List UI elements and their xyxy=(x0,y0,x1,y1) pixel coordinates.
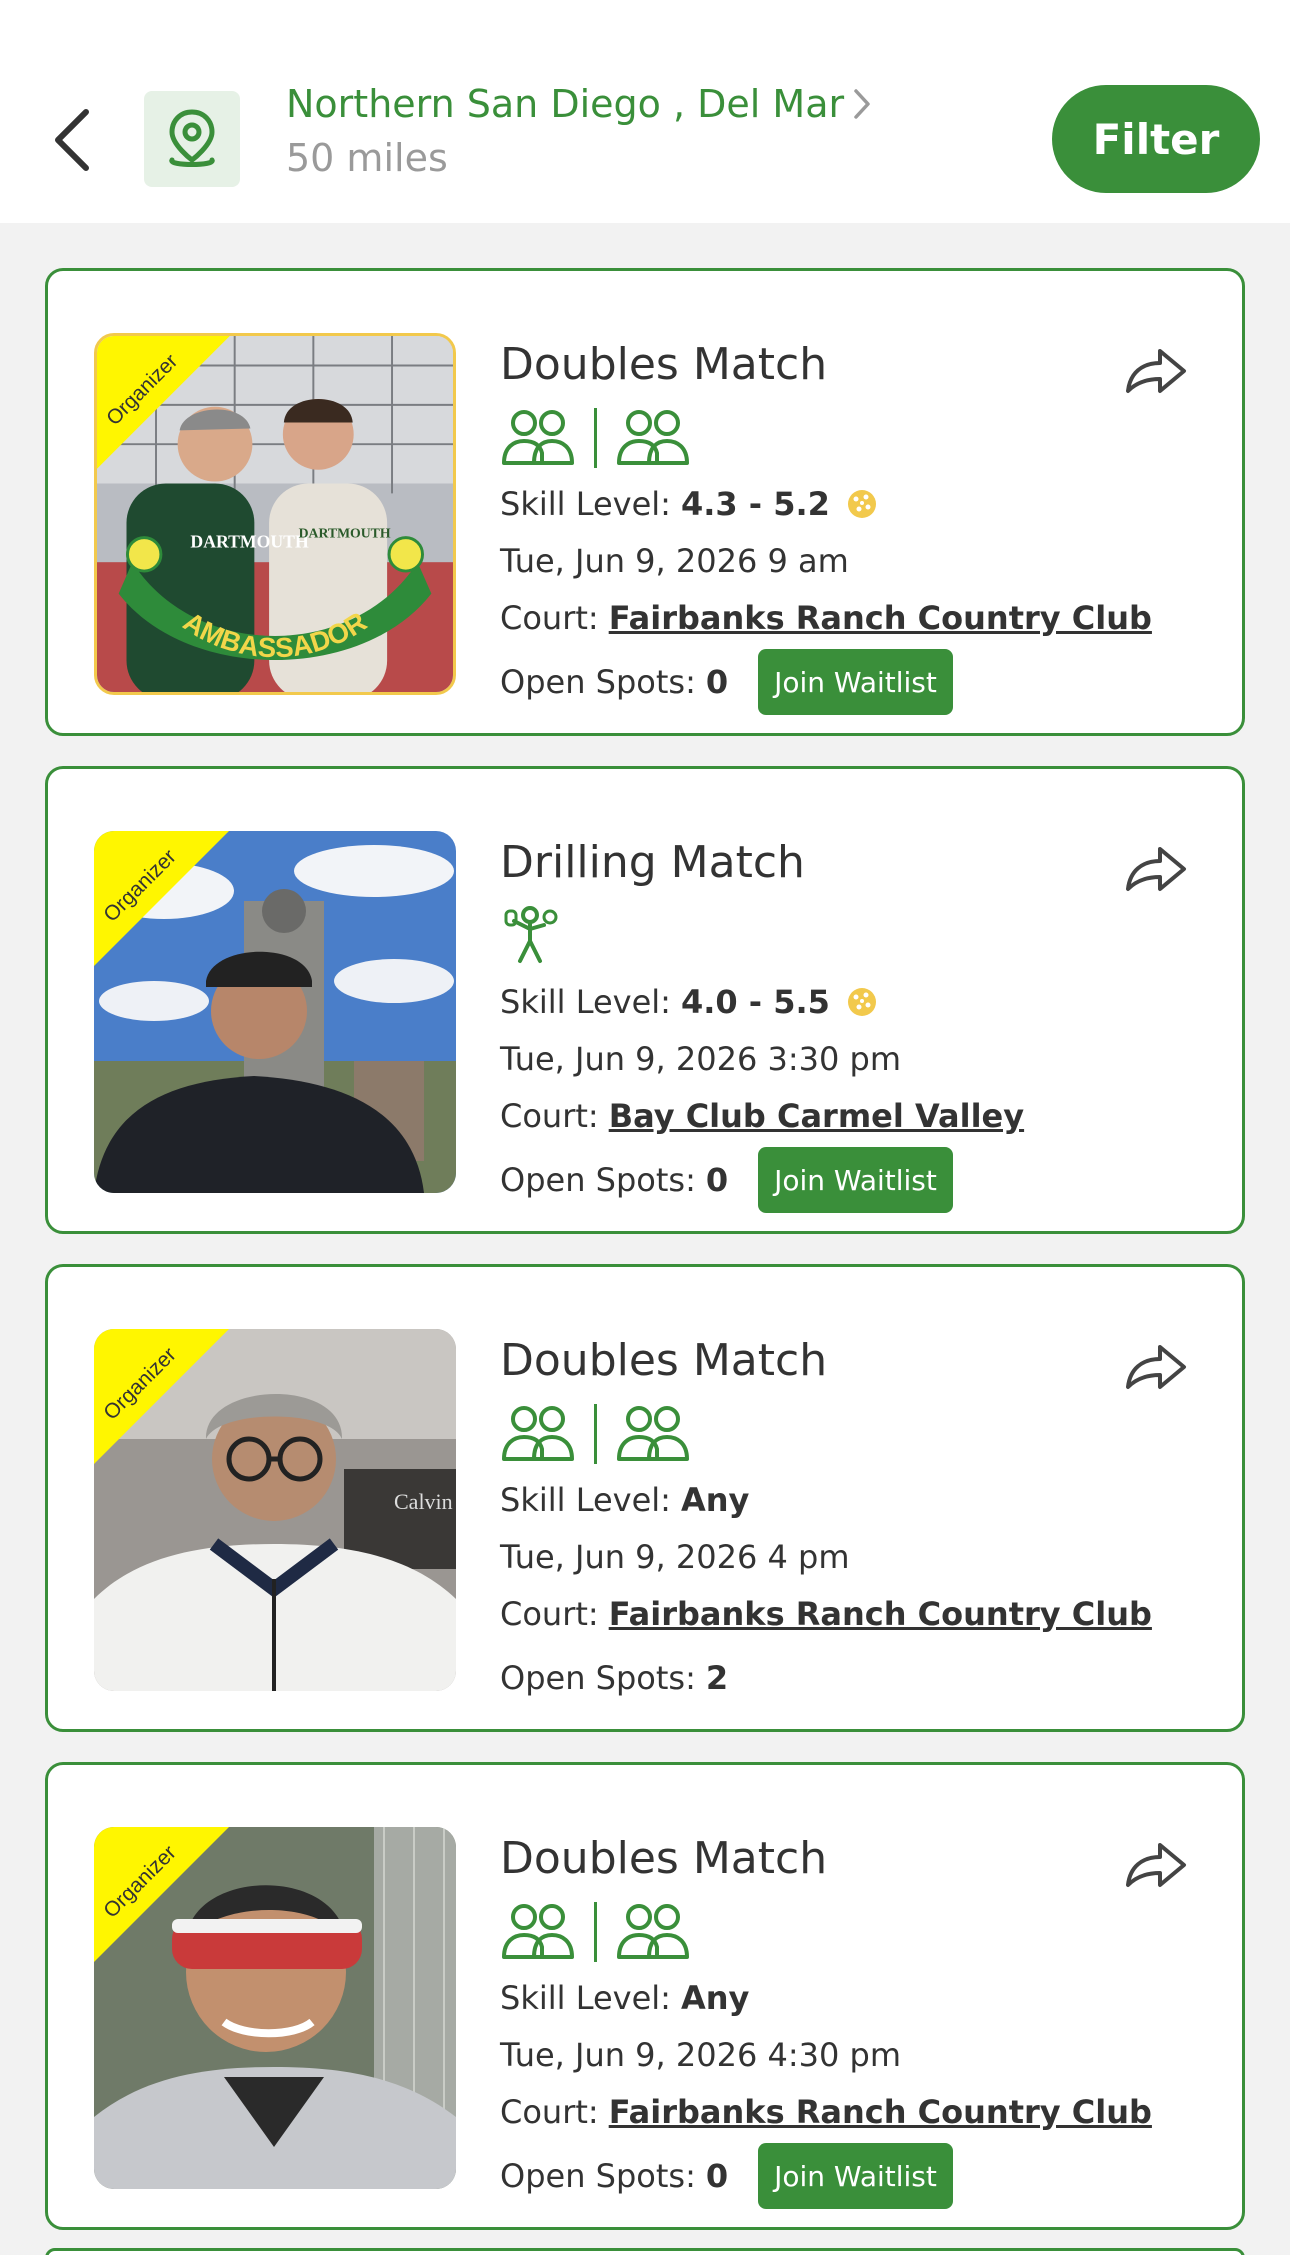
skill-value: 4.3 - 5.2 xyxy=(680,484,830,523)
map-pin-icon xyxy=(169,109,215,167)
match-type-icons xyxy=(500,903,562,969)
divider xyxy=(594,1404,597,1464)
location-name: Northern San Diego , Del Mar xyxy=(286,82,845,126)
share-button[interactable] xyxy=(1120,831,1192,903)
skill-value: 4.0 - 5.5 xyxy=(680,982,830,1021)
team-icon xyxy=(502,410,574,465)
spots-label: Open Spots: xyxy=(500,2157,696,2195)
chevron-left-icon xyxy=(55,109,89,171)
court-label: Court: xyxy=(500,1096,599,1135)
skill-row: Skill Level: 4.3 - 5.2 xyxy=(500,475,1152,532)
team-icon xyxy=(617,1406,689,1461)
share-icon xyxy=(1126,1843,1186,1887)
spots-label: Open Spots: xyxy=(500,663,696,701)
location-selector[interactable]: Northern San Diego , Del Mar 50 miles xyxy=(286,82,872,180)
pickleball-icon xyxy=(846,986,878,1018)
match-details: Skill Level: 4.3 - 5.2 Tue, Jun 9, 2026 … xyxy=(500,475,1152,718)
spots-value: 0 xyxy=(705,2157,729,2195)
share-icon xyxy=(1126,1345,1186,1389)
match-details: Skill Level: Any Tue, Jun 9, 2026 4 pm C… xyxy=(500,1471,1152,1714)
match-list: DARTMOUTH DARTMOUTH AMBASSADOR Organizer… xyxy=(45,268,1245,2255)
skill-value: Any xyxy=(680,1480,750,1519)
court-label: Court: xyxy=(500,598,599,637)
match-title: Doubles Match xyxy=(500,1833,828,1884)
divider xyxy=(594,1902,597,1962)
court-row: Court: Bay Club Carmel Valley xyxy=(500,1087,1024,1144)
skill-row: Skill Level: 4.0 - 5.5 xyxy=(500,973,1024,1030)
photo-text: DARTMOUTH xyxy=(190,531,309,551)
skill-label: Skill Level: xyxy=(500,1480,671,1519)
location-badge[interactable] xyxy=(144,91,240,187)
match-card[interactable]: Organizer Doubles Match Skill Level: Any… xyxy=(45,1762,1245,2230)
top-bar: Northern San Diego , Del Mar 50 miles Fi… xyxy=(0,0,1290,223)
match-card[interactable]: DARTMOUTH DARTMOUTH AMBASSADOR Organizer… xyxy=(45,268,1245,736)
team-icon xyxy=(502,1406,574,1461)
court-row: Court: Fairbanks Ranch Country Club xyxy=(500,589,1152,646)
location-name-row[interactable]: Northern San Diego , Del Mar xyxy=(286,82,872,126)
match-title: Doubles Match xyxy=(500,339,828,390)
skill-label: Skill Level: xyxy=(500,982,671,1021)
spots-label: Open Spots: xyxy=(500,1659,696,1697)
match-type-icons xyxy=(500,405,691,471)
organizer-photo[interactable]: Calvin Organizer xyxy=(94,1329,456,1691)
team-icon xyxy=(502,1904,574,1959)
skill-label: Skill Level: xyxy=(500,1978,671,2017)
join-waitlist-button[interactable]: Join Waitlist xyxy=(758,649,953,715)
skill-row: Skill Level: Any xyxy=(500,1969,1152,2026)
share-button[interactable] xyxy=(1120,1827,1192,1899)
team-icon xyxy=(617,410,689,465)
spots-value: 2 xyxy=(705,1659,729,1697)
spots-value: 0 xyxy=(705,1161,729,1199)
share-icon xyxy=(1126,847,1186,891)
skill-value: Any xyxy=(680,1978,750,2017)
spots-row: Open Spots: 0 Join Waitlist xyxy=(500,1144,1024,1216)
datetime: Tue, Jun 9, 2026 4 pm xyxy=(500,1537,850,1576)
spots-row: Open Spots: 2 xyxy=(500,1642,1152,1714)
match-card[interactable]: Calvin Organizer Doubles Match Skill Lev… xyxy=(45,1264,1245,1732)
photo-text: Calvin xyxy=(394,1489,453,1514)
match-card[interactable]: Organizer Drilling Match Skill Level: 4.… xyxy=(45,766,1245,1234)
match-type-icons xyxy=(500,1401,691,1467)
join-waitlist-button[interactable]: Join Waitlist xyxy=(758,1147,953,1213)
datetime: Tue, Jun 9, 2026 4:30 pm xyxy=(500,2035,901,2074)
spots-label: Open Spots: xyxy=(500,1161,696,1199)
location-radius: 50 miles xyxy=(286,136,448,180)
share-icon xyxy=(1126,349,1186,393)
chevron-right-icon xyxy=(854,89,870,119)
share-button[interactable] xyxy=(1120,333,1192,405)
team-icon xyxy=(617,1904,689,1959)
spots-row: Open Spots: 0 Join Waitlist xyxy=(500,646,1152,718)
skill-row: Skill Level: Any xyxy=(500,1471,1152,1528)
match-details: Skill Level: Any Tue, Jun 9, 2026 4:30 p… xyxy=(500,1969,1152,2212)
organizer-photo[interactable]: Organizer xyxy=(94,1827,456,2189)
share-button[interactable] xyxy=(1120,1329,1192,1401)
court-label: Court: xyxy=(500,2092,599,2131)
organizer-photo[interactable]: Organizer xyxy=(94,831,456,1193)
court-link[interactable]: Fairbanks Ranch Country Club xyxy=(609,1595,1152,1633)
divider xyxy=(594,408,597,468)
court-row: Court: Fairbanks Ranch Country Club xyxy=(500,2083,1152,2140)
spots-row: Open Spots: 0 Join Waitlist xyxy=(500,2140,1152,2212)
match-details: Skill Level: 4.0 - 5.5 Tue, Jun 9, 2026 … xyxy=(500,973,1024,1216)
match-title: Doubles Match xyxy=(500,1335,828,1386)
organizer-photo[interactable]: DARTMOUTH DARTMOUTH AMBASSADOR Organizer xyxy=(94,333,456,695)
match-type-icons xyxy=(500,1899,691,1965)
court-label: Court: xyxy=(500,1594,599,1633)
pickleball-icon xyxy=(846,488,878,520)
spots-value: 0 xyxy=(705,663,729,701)
match-card-partial[interactable] xyxy=(45,2248,1245,2255)
photo-text: DARTMOUTH xyxy=(299,526,391,541)
skill-label: Skill Level: xyxy=(500,484,671,523)
court-link[interactable]: Fairbanks Ranch Country Club xyxy=(609,599,1152,637)
datetime: Tue, Jun 9, 2026 3:30 pm xyxy=(500,1039,901,1078)
back-button[interactable] xyxy=(46,100,98,180)
datetime: Tue, Jun 9, 2026 9 am xyxy=(500,541,849,580)
court-row: Court: Fairbanks Ranch Country Club xyxy=(500,1585,1152,1642)
drill-player-icon xyxy=(504,906,558,963)
court-link[interactable]: Fairbanks Ranch Country Club xyxy=(609,2093,1152,2131)
court-link[interactable]: Bay Club Carmel Valley xyxy=(609,1097,1024,1135)
join-waitlist-button[interactable]: Join Waitlist xyxy=(758,2143,953,2209)
filter-button[interactable]: Filter xyxy=(1052,85,1260,193)
match-title: Drilling Match xyxy=(500,837,805,888)
